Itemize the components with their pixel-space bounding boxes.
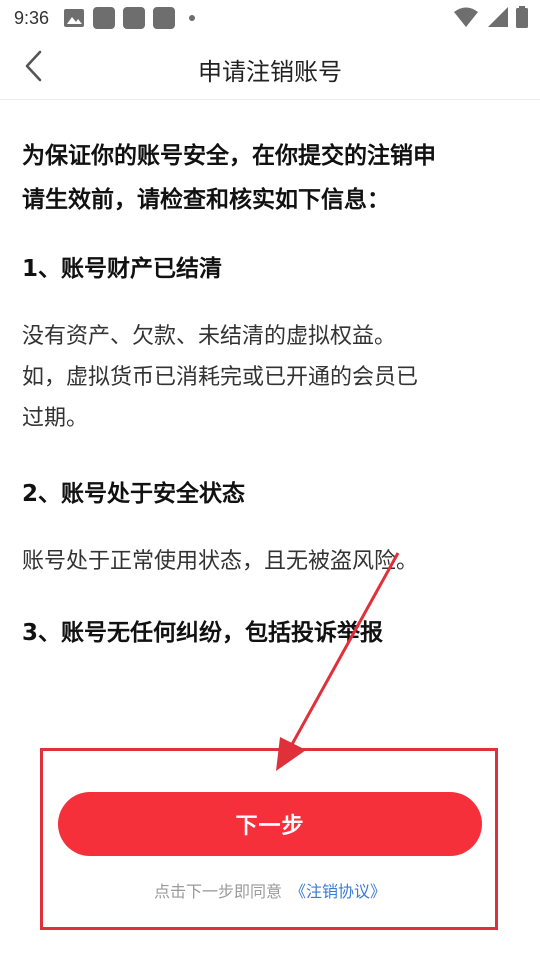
notice-content: 为保证你的账号安全，在你提交的注销申 请生效前，请检查和核实如下信息： 1、账号… bbox=[22, 134, 522, 650]
notification-icons bbox=[63, 7, 196, 29]
agreement-text: 点击下一步即同意 bbox=[153, 882, 282, 901]
wifi-icon bbox=[454, 6, 478, 32]
next-step-label: 下一步 bbox=[235, 813, 305, 838]
battery-icon bbox=[516, 6, 528, 32]
image-icon bbox=[63, 8, 85, 28]
app-icon bbox=[93, 7, 116, 29]
system-icons bbox=[454, 6, 528, 32]
intro-line: 为保证你的账号安全，在你提交的注销申 bbox=[22, 143, 436, 169]
next-step-button[interactable]: 下一步 bbox=[58, 792, 482, 856]
body-line: 账号处于正常使用状态，且无被盗风险。 bbox=[22, 549, 419, 574]
status-bar: 9:36 bbox=[0, 0, 540, 36]
page-title: 申请注销账号 bbox=[198, 58, 342, 86]
section-heading-assets: 1、账号财产已结清 bbox=[22, 256, 223, 282]
section-heading-disputes: 3、账号无任何纠纷，包括投诉举报 bbox=[22, 620, 384, 646]
intro-line: 请生效前，请检查和核实如下信息： bbox=[22, 187, 390, 213]
app-icon bbox=[123, 7, 146, 29]
body-line: 如，虚拟货币已消耗完或已开通的会员已 bbox=[22, 365, 419, 390]
status-time: 9:36 bbox=[14, 7, 50, 28]
app-icon bbox=[153, 7, 176, 29]
nav-bar: 申请注销账号 bbox=[0, 36, 540, 100]
agreement-notice: 点击下一步即同意 《注销协议》 bbox=[0, 878, 540, 902]
body-line: 过期。 bbox=[22, 406, 89, 431]
agreement-link[interactable]: 《注销协议》 bbox=[290, 882, 386, 901]
dot-icon bbox=[189, 15, 196, 21]
section-heading-security: 2、账号处于安全状态 bbox=[22, 481, 246, 507]
body-line: 没有资产、欠款、未结清的虚拟权益。 bbox=[22, 324, 397, 349]
section-body-assets: 没有资产、欠款、未结清的虚拟权益。 如，虚拟货币已消耗完或已开通的会员已 过期。 bbox=[22, 316, 522, 439]
section-body-security: 账号处于正常使用状态，且无被盗风险。 bbox=[22, 541, 522, 582]
intro-text: 为保证你的账号安全，在你提交的注销申 请生效前，请检查和核实如下信息： bbox=[22, 134, 522, 222]
signal-icon bbox=[486, 6, 508, 32]
